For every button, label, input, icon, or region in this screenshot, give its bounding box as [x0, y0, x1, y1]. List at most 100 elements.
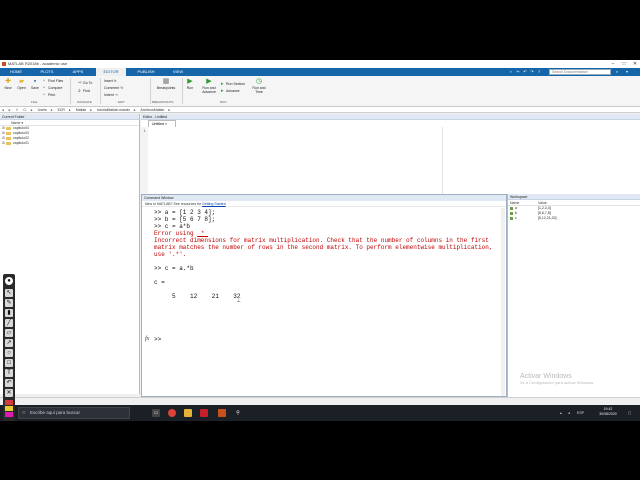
close-button[interactable]: ✕: [630, 60, 640, 68]
notifications-icon[interactable]: ▢: [628, 405, 631, 421]
run-and-time-button[interactable]: ◷ Run and Time: [249, 78, 269, 94]
search-icon[interactable]: ⌕: [614, 69, 620, 75]
taskbar-search-input[interactable]: ○ Escribe aquí para buscar: [18, 407, 130, 419]
tab-view[interactable]: VIEW: [164, 68, 192, 76]
path-segment[interactable]: ECR: [58, 108, 65, 112]
fx-icon[interactable]: fx: [145, 336, 149, 342]
path-segment[interactable]: Users: [38, 108, 47, 112]
error-message-line: Incorrect dimensions for matrix multipli…: [154, 237, 489, 244]
matlab-taskbar-icon[interactable]: [218, 409, 226, 417]
tab-plots[interactable]: PLOTS: [33, 68, 61, 76]
forward-icon[interactable]: ▸: [9, 108, 11, 112]
comment-button[interactable]: Comment %: [104, 85, 123, 91]
minimize-button[interactable]: –: [608, 60, 618, 68]
error-message-line: matrix matches the number of rows in the…: [154, 244, 493, 251]
volume-icon[interactable]: ◂: [568, 405, 570, 421]
arrow-icon[interactable]: ↗: [5, 339, 13, 347]
indent-button[interactable]: Indent ⇥: [104, 92, 118, 98]
folder-item-label: capitulo01: [13, 141, 29, 145]
chrome-icon[interactable]: [168, 409, 176, 417]
cut-quick-icon[interactable]: ✂: [515, 69, 521, 75]
shape-icon[interactable]: ○: [5, 349, 13, 357]
screen-draw-logo-icon[interactable]: ●: [5, 277, 13, 285]
back-icon[interactable]: ◂: [2, 108, 4, 112]
current-folder-panel: Current Folder Name ▾ ⊞ capitulo04 ⊞ capit…: [0, 114, 140, 394]
redo-quick-icon[interactable]: ↷: [529, 69, 535, 75]
path-segment[interactable]: ArchivosMatlab: [140, 108, 164, 112]
compare-button[interactable]: ▫ Compare: [43, 85, 62, 91]
address-bar[interactable]: ◂ ▸ ⇧ C: ▸ Users ▸ ECR ▸ Matlab ▸ tutorialMa…: [0, 107, 640, 113]
advance-button[interactable]: ▸ Advance: [221, 88, 240, 94]
run-section-button[interactable]: ▸ Run Section: [221, 81, 245, 87]
save-button[interactable]: ▪ Save: [29, 78, 41, 90]
pointer-icon[interactable]: ↖: [5, 289, 13, 297]
find-label: Find: [83, 89, 90, 93]
tab-home[interactable]: HOME: [2, 68, 30, 76]
command-window[interactable]: Command Window New to MATLAB? See resour…: [141, 194, 507, 397]
path-segment[interactable]: tutorialMatlab-master: [97, 108, 130, 112]
command-line: >> c = a*b: [154, 223, 191, 230]
search-documentation-input[interactable]: Search Documentation: [549, 69, 611, 75]
find-files-button[interactable]: ▫ Find Files: [43, 78, 63, 84]
color-swatch-red[interactable]: [5, 400, 13, 405]
vertical-scrollbar[interactable]: [501, 208, 505, 396]
pen-icon[interactable]: ✎: [5, 299, 13, 307]
getting-started-link[interactable]: Getting Started: [202, 202, 226, 206]
workspace-variable-row[interactable]: c [5,12,21,32]: [508, 216, 640, 221]
go-to-button[interactable]: ⇨Go To: [78, 80, 92, 86]
tab-editor[interactable]: EDITOR: [96, 68, 126, 76]
maps-icon[interactable]: ⚲: [234, 409, 242, 417]
new-button[interactable]: ✚ New: [2, 78, 14, 90]
breakpoints-button[interactable]: ▦ Breakpoints: [152, 78, 180, 90]
save-quick-icon[interactable]: ▪: [508, 69, 514, 75]
command-prompt[interactable]: >>: [154, 336, 161, 343]
insert-label: Insert: [104, 79, 113, 83]
maximize-button[interactable]: □: [619, 60, 629, 68]
close-tab-icon[interactable]: ×: [165, 122, 167, 126]
help-quick-icon[interactable]: ?: [536, 69, 542, 75]
command-line: >> a = [1 2 3 4];: [154, 209, 216, 216]
run-and-time-label: Run and Time: [252, 86, 266, 94]
text-icon[interactable]: T: [5, 369, 13, 377]
section-label-file: FILE: [31, 100, 38, 104]
clear-icon[interactable]: ✕: [5, 389, 13, 397]
eraser-icon[interactable]: ▱: [5, 329, 13, 337]
undo-icon[interactable]: ↶: [5, 379, 13, 387]
network-icon[interactable]: ▴: [560, 405, 562, 421]
open-button[interactable]: ▰ Open: [15, 78, 28, 90]
note-text: New to MATLAB? See resources for: [145, 202, 203, 206]
line-icon[interactable]: ╱: [5, 319, 13, 327]
rectangle-icon[interactable]: □: [5, 359, 13, 367]
title-bar: MATLAB R2018b - academic use – □ ✕: [0, 60, 640, 68]
tab-apps[interactable]: APPS: [64, 68, 92, 76]
editor-header: Editor - Untitled: [141, 114, 640, 120]
file-explorer-icon[interactable]: [184, 409, 192, 417]
up-folder-icon[interactable]: ⇧: [16, 108, 19, 112]
color-swatch-magenta[interactable]: [5, 412, 13, 417]
window-title: MATLAB R2018b - academic use: [8, 61, 68, 66]
expand-toolstrip-icon[interactable]: ▾: [624, 69, 630, 75]
print-button[interactable]: ▫ Print: [43, 92, 55, 98]
highlighter-icon[interactable]: ▮: [5, 309, 13, 317]
pdf-reader-icon[interactable]: [200, 409, 208, 417]
breakpoints-label: Breakpoints: [156, 86, 176, 90]
command-line: >> b = [5 6 7 8];: [154, 216, 216, 223]
path-segment[interactable]: C:: [23, 108, 27, 112]
run-button[interactable]: ▶ Run: [183, 78, 197, 90]
taskbar: ⊞ ○Escribe aquí para buscar ▭ ⚲ ▴ ◂ ESP …: [0, 405, 640, 421]
color-swatch-yellow[interactable]: [5, 406, 13, 411]
error-function-link[interactable]: *: [197, 230, 208, 237]
undo-quick-icon[interactable]: ↶: [522, 69, 528, 75]
find-button[interactable]: ⌕ Find: [78, 88, 90, 94]
editor-tab-untitled[interactable]: Untitled ×: [148, 120, 176, 127]
tab-publish[interactable]: PUBLISH: [131, 68, 161, 76]
watermark-title: Activar Windows: [520, 373, 572, 380]
insert-button[interactable]: Insert fx: [104, 78, 116, 84]
clock[interactable]: 19:42 30/08/2020: [593, 407, 623, 417]
language-indicator[interactable]: ESP: [577, 405, 584, 421]
run-and-advance-button[interactable]: ▶ Run and Advance: [198, 78, 220, 94]
path-segment[interactable]: Matlab: [76, 108, 87, 112]
toolstrip-divider: [150, 78, 151, 104]
task-view-icon[interactable]: ▭: [152, 409, 160, 417]
folder-item[interactable]: ⊞ capitulo01: [0, 141, 139, 146]
